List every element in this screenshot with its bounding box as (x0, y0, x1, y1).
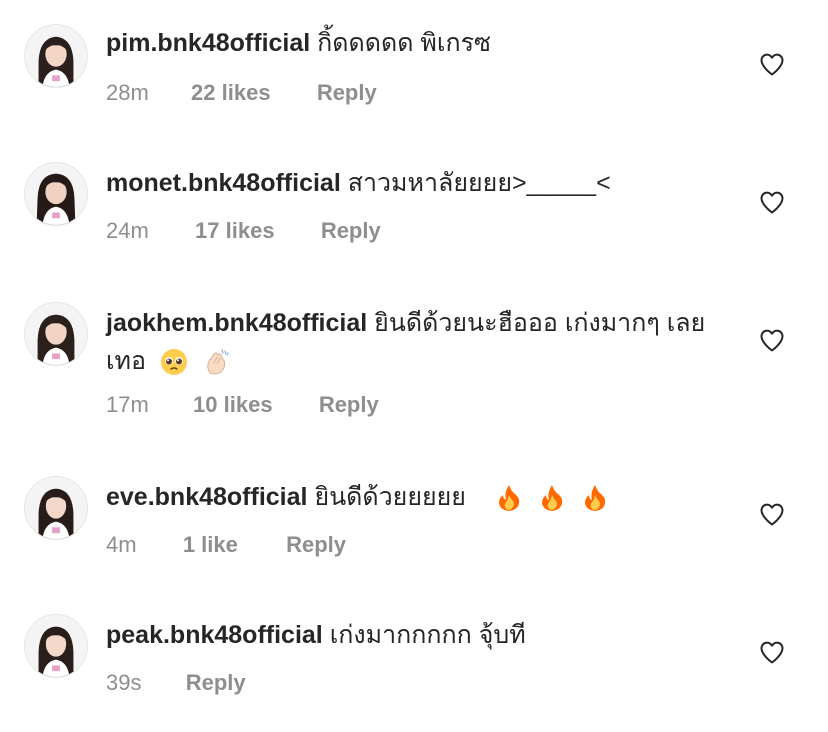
heart-outline-icon[interactable] (758, 50, 786, 78)
comment-body: monet.bnk48official สาวมหาลัยยยย>_____< (106, 164, 726, 202)
comment-likes[interactable]: 1 like (183, 530, 238, 560)
comment-body: eve.bnk48official ยินดีด้วยยยยย (106, 478, 726, 516)
comment-time: 39s (106, 670, 142, 695)
reply-button[interactable]: Reply (286, 530, 346, 560)
comment-time: 4m (106, 532, 137, 557)
comment-text: เก่งมากกกกก จุ้บที (329, 621, 526, 649)
comment-body: pim.bnk48official กิ้ดดดดด พิเกรซ (106, 24, 726, 62)
heart-outline-icon[interactable] (758, 188, 786, 216)
fire-icon (494, 483, 524, 513)
comment-likes[interactable]: 22 likes (191, 78, 271, 108)
comment-likes[interactable]: 17 likes (195, 216, 275, 246)
comment-meta: 17m 10 likes Reply (106, 390, 379, 420)
heart-outline-icon[interactable] (758, 638, 786, 666)
comment-username[interactable]: monet.bnk48official (106, 169, 341, 197)
comment-username[interactable]: peak.bnk48official (106, 621, 323, 649)
comment-body: jaokhem.bnk48official ยินดีด้วยนะฮือออ เ… (106, 304, 726, 380)
comment-meta: 39s Reply (106, 668, 246, 698)
avatar[interactable] (24, 614, 88, 678)
comment-time: 28m (106, 80, 149, 105)
comment-meta: 24m 17 likes Reply (106, 216, 381, 246)
clapping-hands-icon (202, 347, 232, 377)
comment-meta: 4m 1 like Reply (106, 530, 346, 560)
comment-body: peak.bnk48official เก่งมากกกกก จุ้บที (106, 616, 726, 654)
comment-meta: 28m 22 likes Reply (106, 78, 377, 108)
reply-button[interactable]: Reply (321, 216, 381, 246)
heart-outline-icon[interactable] (758, 500, 786, 528)
comment-time: 17m (106, 392, 149, 417)
comment-username[interactable]: jaokhem.bnk48official (106, 309, 367, 337)
comment-text: ยินดีด้วยยยยย (314, 483, 466, 511)
fire-icon (537, 483, 567, 513)
comment-text: กิ้ดดดดด พิเกรซ (317, 29, 491, 57)
comment-time: 24m (106, 218, 149, 243)
reply-button[interactable]: Reply (317, 78, 377, 108)
avatar[interactable] (24, 476, 88, 540)
comment-likes[interactable]: 10 likes (193, 390, 273, 420)
comment-username[interactable]: pim.bnk48official (106, 29, 310, 57)
avatar[interactable] (24, 302, 88, 366)
heart-outline-icon[interactable] (758, 326, 786, 354)
comment-text: สาวมหาลัยยยย>_____< (347, 169, 611, 197)
fire-icon (580, 483, 610, 513)
avatar[interactable] (24, 24, 88, 88)
pleading-face-icon (159, 347, 189, 377)
avatar[interactable] (24, 162, 88, 226)
reply-button[interactable]: Reply (319, 390, 379, 420)
reply-button[interactable]: Reply (186, 668, 246, 698)
comment-username[interactable]: eve.bnk48official (106, 483, 307, 511)
